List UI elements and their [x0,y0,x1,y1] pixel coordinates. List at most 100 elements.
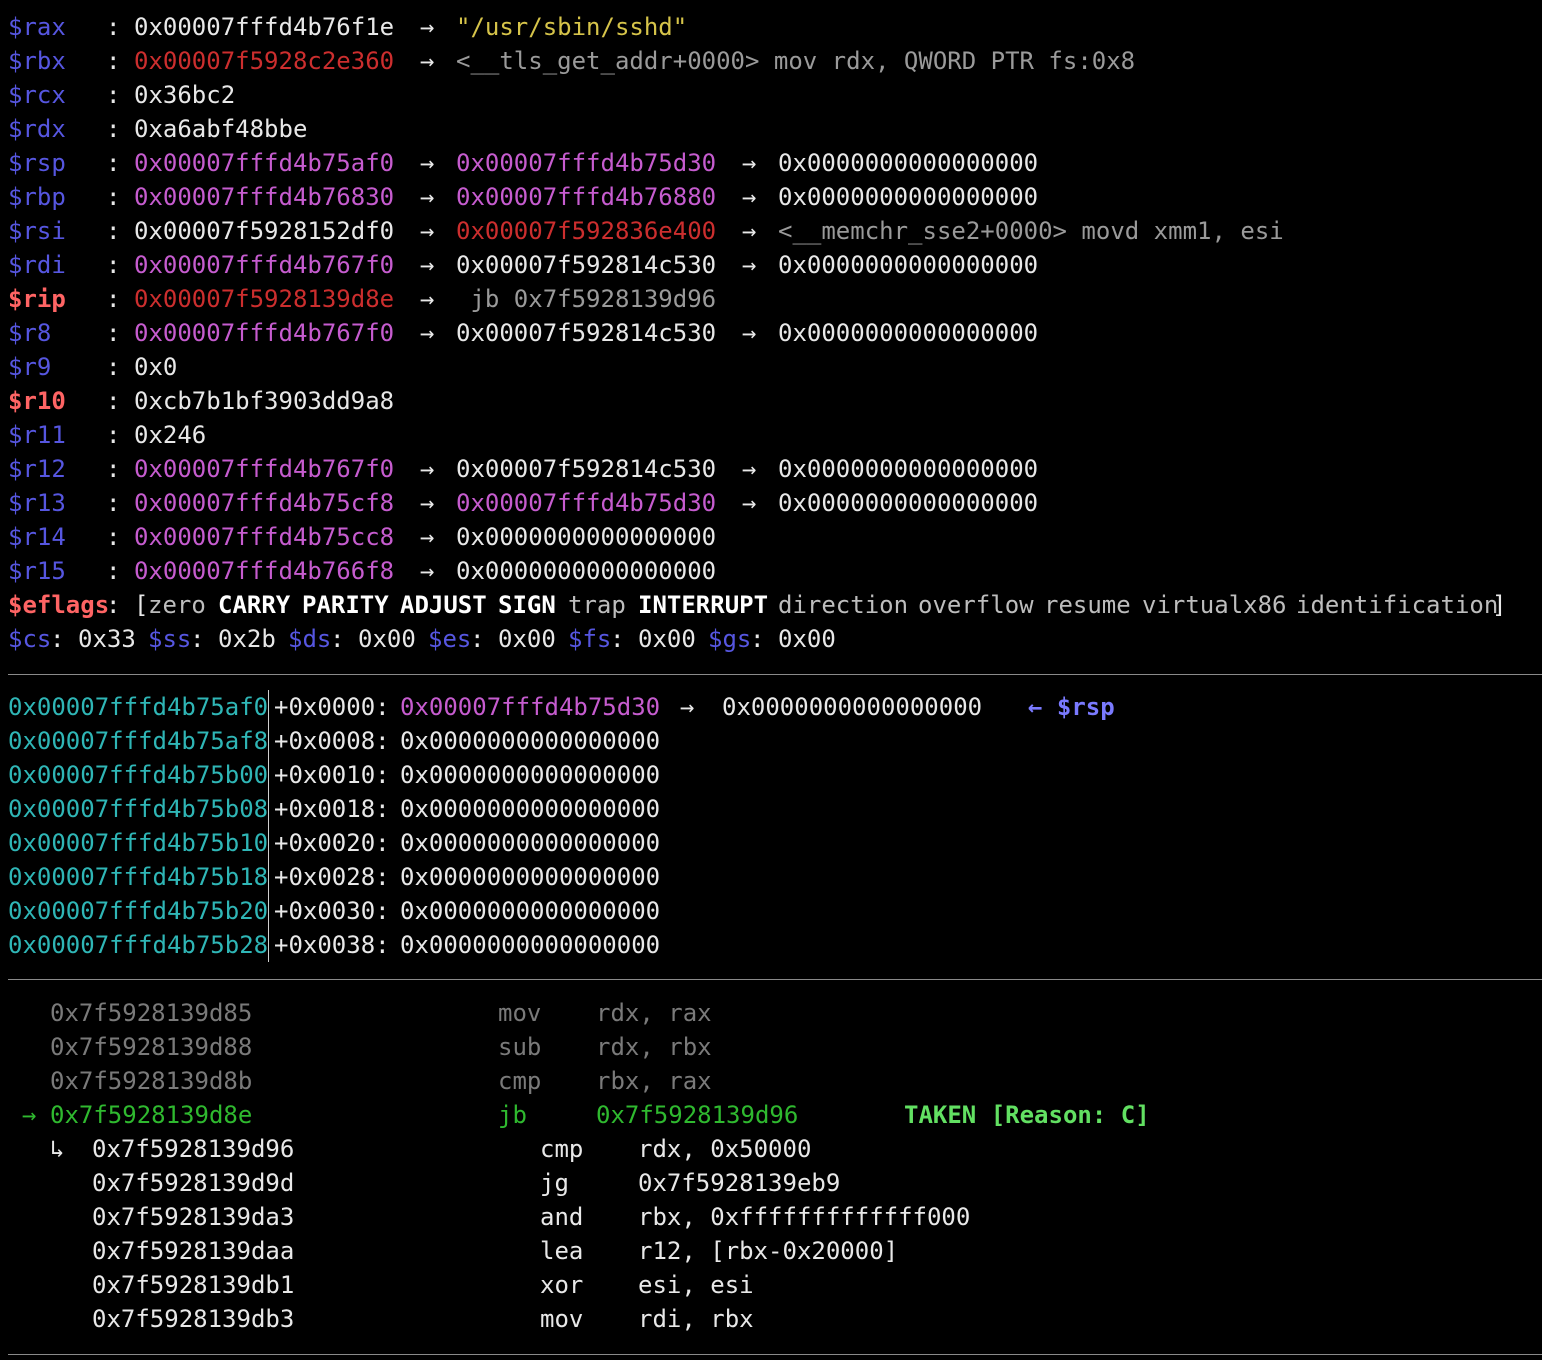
deref-value: <__tls_get_addr+0000> mov rdx, QWORD PTR… [456,47,1136,75]
deref-value: 0x0000000000000000 [456,523,717,551]
deref-arrow-icon: → [742,319,757,347]
stack-value: 0x0000000000000000 [400,829,661,857]
register-name: $rbx [8,47,66,75]
deref-value: 0x00007f592814c530 [456,455,717,483]
deref-arrow-icon: → [742,217,757,245]
segment-colon: : [330,625,345,653]
stack-value: 0x0000000000000000 [400,931,661,959]
deref-value: 0x0000000000000000 [778,183,1039,211]
stack-deref-value: 0x0000000000000000 [722,693,983,721]
stack-offset: +0x0010: [274,761,390,789]
disasm-address: 0x7f5928139db3 [92,1305,295,1333]
current-pc-arrow-icon: → [22,1101,37,1129]
deref-arrow-icon: → [420,47,435,75]
deref-arrow-icon: → [420,523,435,551]
disasm-mnemonic: jg [540,1169,569,1197]
disasm-operands: rdx, rbx [596,1033,712,1061]
disasm-operands: esi, esi [638,1271,754,1299]
segment-colon: : [750,625,765,653]
deref-arrow-icon: → [742,251,757,279]
register-colon: : [106,455,121,483]
register-value: 0x00007fffd4b766f8 [134,557,395,585]
register-value: 0x00007f5928139d8e [134,285,395,313]
disasm-address: 0x7f5928139d85 [50,999,253,1027]
deref-arrow-icon: → [420,557,435,585]
register-colon: : [106,183,121,211]
deref-value: 0x0000000000000000 [778,489,1039,517]
eflag-resume: resume [1044,591,1131,619]
deref-value: 0x00007f592814c530 [456,251,717,279]
disasm-operands: 0x7f5928139d96 [596,1101,799,1129]
register-colon: : [106,523,121,551]
deref-value: <__memchr_sse2+0000> movd xmm1, esi [778,217,1284,245]
deref-value: 0x0000000000000000 [778,251,1039,279]
stack-code-divider [8,979,1542,980]
stack-address: 0x00007fffd4b75b28 [8,931,269,959]
register-name: $r14 [8,523,66,551]
register-name: $rbp [8,183,66,211]
register-colon: : [106,285,121,313]
eflag-direction: direction [778,591,909,619]
register-name: $r10 [8,387,66,415]
stack-offset: +0x0030: [274,897,390,925]
segment-colon: : [190,625,205,653]
eflag-identification: identification [1296,591,1499,619]
stack-value: 0x0000000000000000 [400,897,661,925]
register-value: 0x0 [134,353,178,381]
stack-offset: +0x0038: [274,931,390,959]
deref-value: 0x00007fffd4b75d30 [456,489,717,517]
eflags-label: $eflags [8,591,110,619]
deref-value: 0x0000000000000000 [778,319,1039,347]
deref-arrow-icon: → [420,217,435,245]
eflag-overflow: overflow [918,591,1034,619]
register-name: $rsi [8,217,66,245]
eflag-interrupt: INTERRUPT [638,591,769,619]
segment-register-value: 0x00 [498,625,556,653]
register-colon: : [106,387,121,415]
registers-stack-divider [8,674,1542,675]
stack-value: 0x0000000000000000 [400,795,661,823]
segment-colon: : [610,625,625,653]
eflag-zero: zero [148,591,206,619]
register-value: 0xa6abf48bbe [134,115,308,143]
disasm-mnemonic: lea [540,1237,584,1265]
eflag-carry: CARRY [218,591,291,619]
rsp-marker: ← $rsp [1028,693,1115,721]
register-name: $rax [8,13,66,41]
disasm-operands: rdx, 0x50000 [638,1135,812,1163]
register-colon: : [106,115,121,143]
stack-address: 0x00007fffd4b75b10 [8,829,269,857]
segment-register-name: $ds [288,625,332,653]
deref-arrow-icon: → [742,149,757,177]
deref-arrow-icon: → [420,455,435,483]
stack-value: 0x00007fffd4b75d30 [400,693,661,721]
segment-register-name: $fs [568,625,612,653]
deref-arrow-icon: → [742,183,757,211]
segment-register-value: 0x33 [78,625,136,653]
register-name: $r12 [8,455,66,483]
deref-value: 0x00007f592814c530 [456,319,717,347]
disasm-mnemonic: and [540,1203,584,1231]
register-name: $r9 [8,353,52,381]
deref-value: "/usr/sbin/sshd" [456,13,688,41]
deref-arrow-icon: → [742,455,757,483]
register-colon: : [106,217,121,245]
disasm-mnemonic: cmp [540,1135,584,1163]
disasm-mnemonic: sub [498,1033,542,1061]
register-name: $r13 [8,489,66,517]
stack-value: 0x0000000000000000 [400,761,661,789]
segment-register-name: $es [428,625,472,653]
eflag-adjust: ADJUST [400,591,487,619]
stack-address: 0x00007fffd4b75b20 [8,897,269,925]
eflag-trap: trap [568,591,626,619]
disasm-address: 0x7f5928139d8e [50,1101,253,1129]
register-name: $rcx [8,81,66,109]
register-name: $r15 [8,557,66,585]
segment-register-name: $gs [708,625,752,653]
register-colon: : [106,149,121,177]
stack-value: 0x0000000000000000 [400,863,661,891]
deref-value: 0x00007f592836e400 [456,217,717,245]
stack-offset: +0x0000: [274,693,390,721]
disasm-operands: rdi, rbx [638,1305,754,1333]
disasm-address: 0x7f5928139d9d [92,1169,295,1197]
